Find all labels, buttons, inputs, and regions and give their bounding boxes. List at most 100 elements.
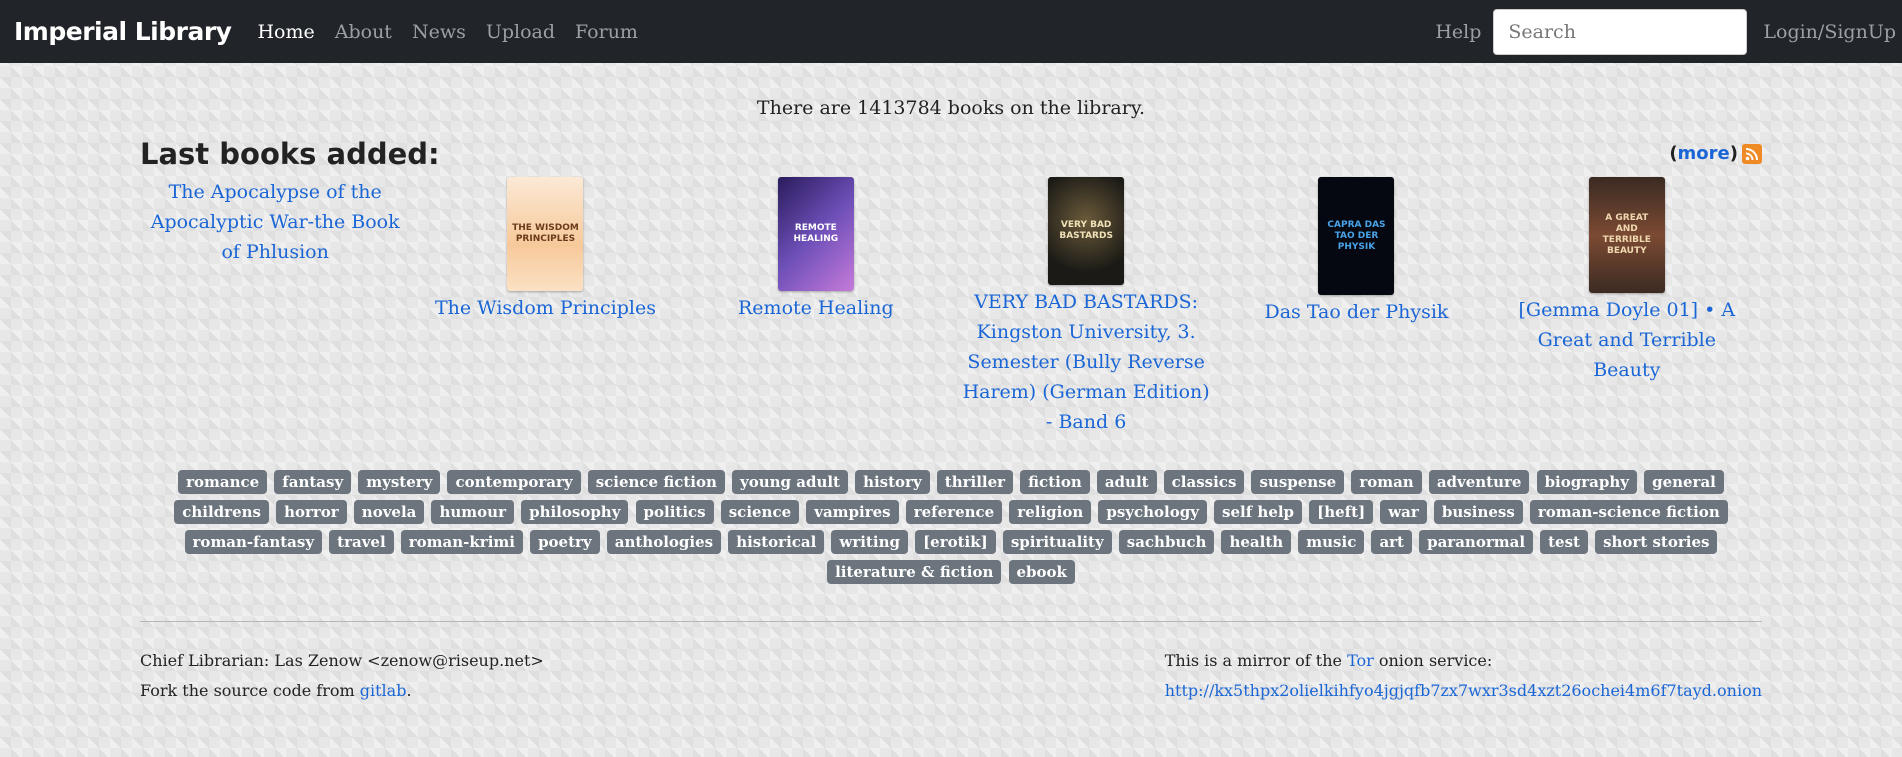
tag-link[interactable]: romance — [178, 470, 268, 494]
nav-help[interactable]: Help — [1435, 21, 1481, 43]
book-cover[interactable]: THE WISDOM PRINCIPLES — [507, 177, 584, 291]
book-item: A GREAT AND TERRIBLE BEAUTY [Gemma Doyle… — [1492, 177, 1762, 437]
tag-link[interactable]: sachbuch — [1118, 530, 1215, 554]
tag-link[interactable]: self help — [1214, 500, 1303, 524]
book-item: The Apocalypse of the Apocalyptic War-th… — [140, 177, 410, 437]
tag-link[interactable]: religion — [1009, 500, 1092, 524]
cover-text: CAPRA DAS TAO DER PHYSIK — [1327, 219, 1386, 252]
search-input[interactable] — [1493, 8, 1748, 55]
tag-link[interactable]: roman-krimi — [400, 530, 523, 554]
tag-link[interactable]: childrens — [174, 500, 269, 524]
book-title-link[interactable]: Remote Healing — [691, 293, 941, 323]
tag-link[interactable]: health — [1221, 530, 1292, 554]
book-list: The Apocalypse of the Apocalyptic War-th… — [140, 177, 1762, 437]
nav-news[interactable]: News — [412, 21, 466, 43]
tag-link[interactable]: politics — [635, 500, 714, 524]
tag-link[interactable]: suspense — [1251, 470, 1345, 494]
cover-text: THE WISDOM PRINCIPLES — [512, 223, 579, 244]
book-title-link[interactable]: The Wisdom Principles — [420, 293, 670, 323]
mirror-prefix: This is a mirror of the — [1164, 651, 1348, 670]
fork-line: Fork the source code from gitlab. — [140, 676, 544, 706]
nav-forum[interactable]: Forum — [575, 21, 638, 43]
fork-suffix: . — [406, 681, 412, 700]
tag-link[interactable]: poetry — [530, 530, 600, 554]
tag-link[interactable]: general — [1644, 470, 1724, 494]
nav-right-group: Help Login/SignUp — [1429, 8, 1902, 55]
book-cover[interactable]: A GREAT AND TERRIBLE BEAUTY — [1588, 177, 1665, 293]
tag-link[interactable]: fiction — [1020, 470, 1090, 494]
book-cover[interactable]: REMOTE HEALING — [777, 177, 854, 291]
tag-link[interactable]: test — [1540, 530, 1588, 554]
tag-link[interactable]: roman-fantasy — [184, 530, 323, 554]
tag-link[interactable]: war — [1380, 500, 1427, 524]
nav-login-signup[interactable]: Login/SignUp — [1763, 21, 1896, 43]
tag-link[interactable]: travel — [329, 530, 394, 554]
tag-link[interactable]: science fiction — [587, 470, 725, 494]
tag-link[interactable]: novela — [353, 500, 425, 524]
footer-left: Chief Librarian: Las Zenow <zenow@riseup… — [140, 646, 544, 706]
tag-link[interactable]: anthologies — [606, 530, 722, 554]
tag-link[interactable]: ebook — [1008, 560, 1075, 584]
book-title-link[interactable]: Das Tao der Physik — [1231, 297, 1481, 327]
book-item: CAPRA DAS TAO DER PHYSIK Das Tao der Phy… — [1221, 177, 1491, 437]
tag-link[interactable]: short stories — [1595, 530, 1718, 554]
nav-home[interactable]: Home — [257, 21, 314, 43]
tag-link[interactable]: business — [1433, 500, 1523, 524]
main-content: Last books added: ( more ) The Apocalyps… — [140, 137, 1762, 437]
nav-about[interactable]: About — [335, 21, 392, 43]
tag-link[interactable]: writing — [831, 530, 908, 554]
tag-link[interactable]: paranormal — [1419, 530, 1534, 554]
tag-link[interactable]: history — [855, 470, 930, 494]
more-group: ( more ) — [1669, 143, 1762, 164]
fork-prefix: Fork the source code from — [140, 681, 360, 700]
chief-librarian: Chief Librarian: Las Zenow <zenow@riseup… — [140, 651, 544, 670]
tag-link[interactable]: historical — [728, 530, 825, 554]
tag-link[interactable]: roman — [1351, 470, 1422, 494]
tag-link[interactable]: literature & fiction — [827, 560, 1002, 584]
tag-link[interactable]: science — [720, 500, 800, 524]
tag-link[interactable]: adult — [1096, 470, 1157, 494]
rss-icon[interactable] — [1742, 143, 1762, 164]
book-title-link[interactable]: [Gemma Doyle 01] • A Great and Terrible … — [1502, 295, 1752, 385]
book-count: There are 1413784 books on the library. — [756, 97, 1146, 119]
tag-link[interactable]: psychology — [1098, 500, 1207, 524]
more-paren-open: ( — [1669, 143, 1678, 164]
tag-link[interactable]: fantasy — [274, 470, 352, 494]
tag-link[interactable]: horror — [276, 500, 347, 524]
tag-link[interactable]: music — [1298, 530, 1365, 554]
book-cover[interactable]: VERY BAD BASTARDS — [1048, 177, 1125, 285]
tag-link[interactable]: reference — [905, 500, 1003, 524]
more-link[interactable]: more — [1678, 143, 1730, 164]
tag-link[interactable]: biography — [1536, 470, 1637, 494]
footer-container: Chief Librarian: Las Zenow <zenow@riseup… — [140, 621, 1762, 706]
gitlab-link[interactable]: gitlab — [360, 681, 407, 700]
tag-link[interactable]: [heft] — [1309, 500, 1374, 524]
tag-link[interactable]: young adult — [732, 470, 848, 494]
book-cover[interactable]: CAPRA DAS TAO DER PHYSIK — [1318, 177, 1395, 295]
tag-link[interactable]: roman-science fiction — [1529, 500, 1728, 524]
mirror-line: This is a mirror of the Tor onion servic… — [1165, 646, 1762, 676]
tag-link[interactable]: contemporary — [447, 470, 581, 494]
tag-cloud: romance fantasy mystery contemporary sci… — [151, 467, 1751, 587]
tag-link[interactable]: philosophy — [521, 500, 629, 524]
tor-link[interactable]: Tor — [1347, 651, 1374, 670]
last-books-header: Last books added: ( more ) — [140, 137, 1762, 177]
tag-link[interactable]: vampires — [806, 500, 899, 524]
tag-link[interactable]: humour — [431, 500, 514, 524]
tag-link[interactable]: adventure — [1428, 470, 1530, 494]
brand-logo[interactable]: Imperial Library — [14, 17, 232, 46]
book-title-link[interactable]: VERY BAD BASTARDS: Kingston University, … — [961, 287, 1211, 437]
tag-link[interactable]: art — [1371, 530, 1412, 554]
tag-link[interactable]: thriller — [936, 470, 1014, 494]
onion-url-link[interactable]: http://kx5thpx2olielkihfyo4jgjqfb7zx7wxr… — [1165, 681, 1762, 700]
tag-link[interactable]: [erotik] — [915, 530, 996, 554]
tag-link[interactable]: spirituality — [1002, 530, 1112, 554]
book-item: VERY BAD BASTARDS VERY BAD BASTARDS: Kin… — [951, 177, 1221, 437]
more-paren-close: ) — [1729, 143, 1738, 164]
tag-link[interactable]: mystery — [358, 470, 441, 494]
tag-link[interactable]: classics — [1163, 470, 1245, 494]
book-item: REMOTE HEALING Remote Healing — [681, 177, 951, 437]
book-title-link[interactable]: The Apocalypse of the Apocalyptic War-th… — [150, 177, 400, 267]
nav-upload[interactable]: Upload — [486, 21, 555, 43]
mirror-suffix: onion service: — [1373, 651, 1493, 670]
